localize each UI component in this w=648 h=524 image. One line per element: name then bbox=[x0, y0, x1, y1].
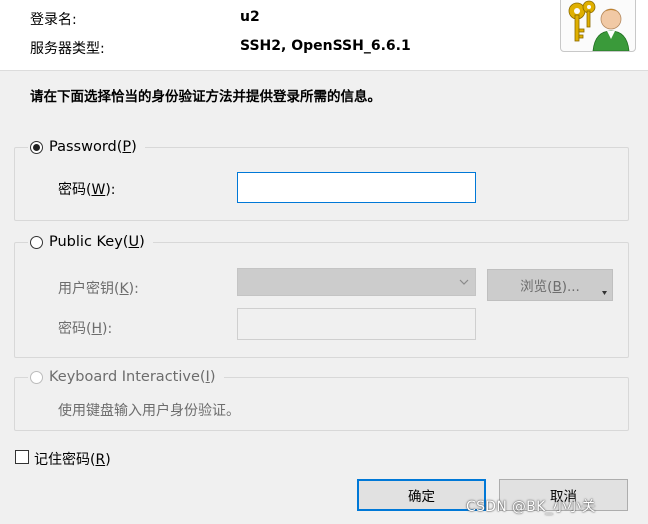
public-key-radio-label: Public Key(U) bbox=[49, 234, 145, 250]
radio-disabled-icon bbox=[30, 370, 43, 384]
keyboard-interactive-radio[interactable]: Keyboard Interactive(I) bbox=[28, 369, 224, 385]
radio-selected-icon bbox=[30, 140, 43, 154]
browse-label: 浏览(B)... bbox=[520, 279, 580, 295]
remember-password-checkbox[interactable] bbox=[15, 450, 29, 464]
server-type-value: SSH2, OpenSSH_6.6.1 bbox=[240, 38, 411, 54]
keyboard-interactive-description: 使用键盘输入用户身份验证。 bbox=[58, 403, 240, 419]
dropdown-arrow-icon bbox=[602, 291, 607, 295]
login-name-value: u2 bbox=[240, 9, 260, 25]
user-key-select[interactable] bbox=[237, 268, 476, 296]
passphrase-label: 密码(H): bbox=[58, 321, 113, 337]
user-key-label: 用户密钥(K): bbox=[58, 281, 139, 297]
public-key-radio[interactable]: Public Key(U) bbox=[28, 234, 153, 250]
ok-label: 确定 bbox=[408, 489, 435, 505]
passphrase-input[interactable] bbox=[237, 308, 476, 340]
radio-unselected-icon bbox=[30, 235, 43, 249]
password-field-label: 密码(W): bbox=[58, 182, 116, 198]
keyboard-interactive-radio-label: Keyboard Interactive(I) bbox=[49, 369, 216, 385]
server-type-label: 服务器类型: bbox=[30, 41, 105, 57]
password-radio-label: Password(P) bbox=[49, 139, 137, 155]
instruction-text: 请在下面选择恰当的身份验证方法并提供登录所需的信息。 bbox=[30, 89, 381, 105]
login-name-label: 登录名: bbox=[30, 12, 77, 28]
password-input[interactable] bbox=[237, 172, 476, 203]
keys-user-icon bbox=[560, 0, 636, 52]
browse-button[interactable]: 浏览(B)... bbox=[487, 269, 613, 301]
watermark-text: CSDN @BK_小小关 bbox=[466, 499, 596, 515]
chevron-down-icon bbox=[459, 279, 469, 285]
remember-password-label[interactable]: 记住密码(R) bbox=[34, 449, 111, 469]
dialog-header: 登录名: u2 服务器类型: SSH2, OpenSSH_6.6.1 bbox=[0, 0, 648, 71]
password-radio[interactable]: Password(P) bbox=[28, 139, 145, 155]
